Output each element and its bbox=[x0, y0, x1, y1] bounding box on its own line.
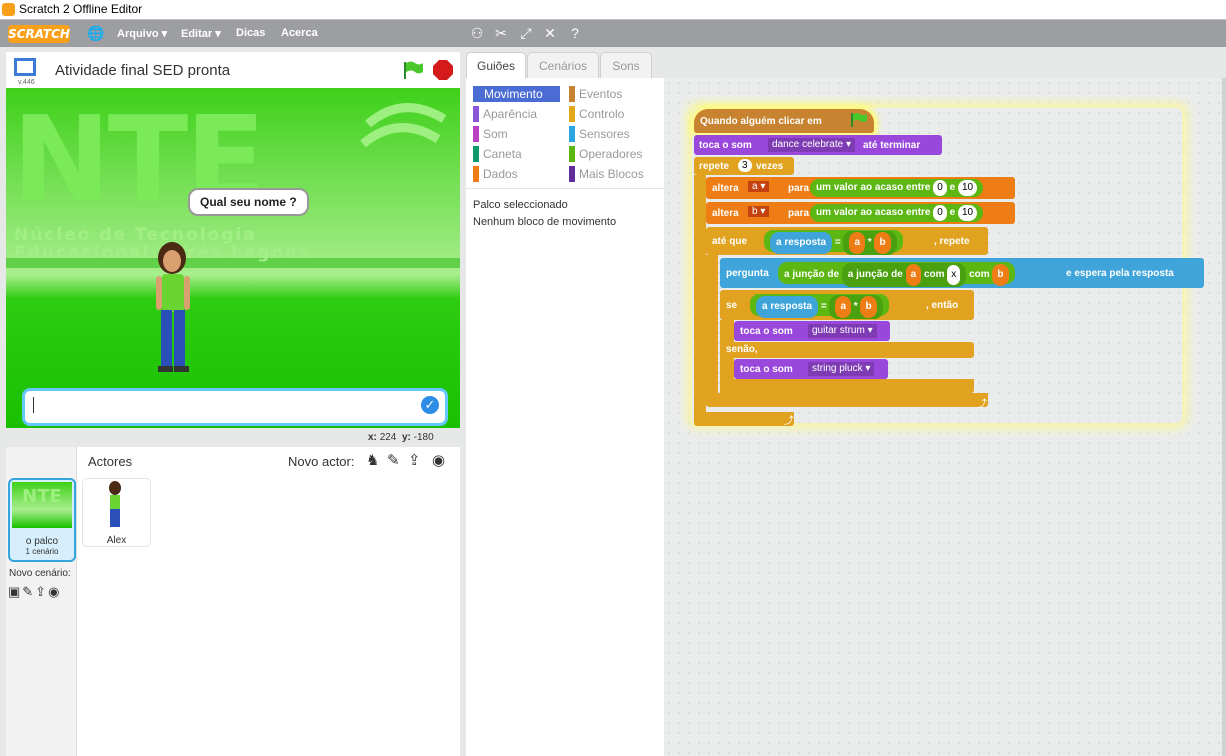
block-repeat-until[interactable]: até que a resposta = a * b , repete bbox=[706, 227, 988, 255]
category-movimento[interactable]: Movimento bbox=[473, 86, 560, 102]
sprites-header: Actores bbox=[88, 454, 133, 469]
reporter-equals-1[interactable]: a resposta = a * b bbox=[764, 230, 903, 255]
palette-info-none: Nenhum bloco de movimento bbox=[473, 216, 617, 228]
sprites-panel: Actores Novo actor: ♞ ✎ ⇪ ◉ NTE o palco … bbox=[6, 447, 460, 756]
paint-icon[interactable]: ✎ bbox=[387, 451, 400, 469]
var-dropdown-b[interactable]: b ▾ bbox=[748, 206, 770, 217]
speech-bubble: Qual seu nome ? bbox=[188, 188, 309, 216]
block-play-sound-guitar[interactable]: toca o som guitar strum ▾ bbox=[734, 321, 890, 341]
block-play-sound-until-done[interactable]: toca o som dance celebrate ▾ até termina… bbox=[694, 135, 942, 155]
mouse-coordinates: x: 224 y: -180 bbox=[368, 432, 434, 443]
globe-icon[interactable]: 🌐 bbox=[87, 25, 104, 41]
block-set-a[interactable]: altera a ▾ para um valor ao acaso entre … bbox=[706, 177, 1015, 199]
category-som[interactable]: Som bbox=[473, 126, 508, 142]
category-aparencia[interactable]: Aparência bbox=[473, 106, 537, 122]
app-icon bbox=[2, 3, 15, 16]
new-sprite-label: Novo actor: bbox=[288, 454, 355, 469]
reporter-equals-2[interactable]: a resposta = a * b bbox=[750, 294, 889, 319]
block-else: senão, bbox=[720, 342, 974, 358]
sprite-thumb-alex[interactable]: Alex bbox=[82, 478, 151, 547]
upload-icon[interactable]: ⇪ bbox=[408, 451, 421, 469]
stage-nte-line1: Núcleo de Tecnologia bbox=[14, 225, 257, 245]
block-ask-and-wait[interactable]: pergunta a junção de a junção de a com x… bbox=[720, 258, 1204, 288]
tab-backdrops[interactable]: Cenários bbox=[527, 52, 599, 79]
stage-thumb-costumes: 1 cenário bbox=[25, 547, 59, 556]
shrink-icon[interactable]: ✕ bbox=[542, 25, 558, 41]
stage-canvas[interactable]: NTE Núcleo de Tecnologia Educacional - T… bbox=[6, 88, 460, 428]
cut-icon[interactable]: ✂ bbox=[493, 25, 509, 41]
category-mais-blocos[interactable]: Mais Blocos bbox=[569, 166, 644, 182]
category-sensores[interactable]: Sensores bbox=[569, 126, 630, 142]
menu-editar[interactable]: Editar ▾ bbox=[181, 27, 221, 40]
camera-icon[interactable]: ◉ bbox=[432, 451, 445, 469]
wifi-logo bbox=[358, 94, 448, 167]
sprite-thumb-name: Alex bbox=[106, 535, 127, 546]
category-operadores[interactable]: Operadores bbox=[569, 146, 642, 162]
tab-scripts[interactable]: Guiões bbox=[466, 52, 526, 79]
fullscreen-icon[interactable] bbox=[14, 58, 36, 76]
menu-dicas[interactable]: Dicas bbox=[236, 27, 265, 39]
block-palette: Movimento Aparência Som Caneta Dados Eve… bbox=[466, 78, 664, 756]
reporter-random-b[interactable]: um valor ao acaso entre 0 e 10 bbox=[810, 204, 984, 222]
stage-header: v.446 Atividade final SED pronta bbox=[6, 52, 460, 88]
sound-dropdown-2[interactable]: guitar strum ▾ bbox=[808, 324, 877, 338]
stop-icon[interactable] bbox=[433, 60, 453, 83]
version-label: v.446 bbox=[18, 79, 35, 86]
reporter-random-a[interactable]: um valor ao acaso entre 0 e 10 bbox=[810, 179, 984, 197]
stage-thumbnail[interactable]: NTE o palco 1 cenário bbox=[8, 478, 76, 562]
stage-thumb-name: o palco bbox=[25, 536, 59, 547]
window-titlebar: Scratch 2 Offline Editor bbox=[0, 0, 1226, 20]
menu-bar: SCRATCH 🌐 Arquivo ▾ Editar ▾ Dicas Acerc… bbox=[0, 20, 1226, 47]
block-set-b[interactable]: altera b ▾ para um valor ao acaso entre … bbox=[706, 202, 1015, 224]
sound-dropdown-1[interactable]: dance celebrate ▾ bbox=[768, 138, 855, 152]
block-if-else[interactable]: se a resposta = a * b , então bbox=[720, 290, 974, 320]
script-area[interactable]: Quando alguém clicar em toca o som dance… bbox=[664, 78, 1226, 756]
sound-dropdown-3[interactable]: string pluck ▾ bbox=[808, 362, 875, 376]
category-dados[interactable]: Dados bbox=[473, 166, 518, 182]
green-flag-icon[interactable] bbox=[402, 60, 424, 83]
answer-input[interactable]: ✓ bbox=[22, 388, 448, 426]
hat-when-flag-clicked[interactable]: Quando alguém clicar em bbox=[694, 109, 874, 133]
scratch-logo[interactable]: SCRATCH bbox=[8, 25, 70, 43]
tab-sounds[interactable]: Sons bbox=[600, 52, 652, 79]
grow-icon[interactable]: ⤢ bbox=[518, 25, 534, 41]
menu-arquivo[interactable]: Arquivo ▾ bbox=[117, 27, 167, 40]
var-dropdown-a[interactable]: a ▾ bbox=[748, 181, 770, 192]
category-eventos[interactable]: Eventos bbox=[569, 86, 622, 102]
block-repeat[interactable]: repete 3 vezes bbox=[694, 157, 794, 175]
new-backdrop-label: Novo cenário: bbox=[9, 568, 71, 579]
category-caneta[interactable]: Caneta bbox=[473, 146, 522, 162]
reporter-join-outer[interactable]: a junção de a junção de a com x com b bbox=[778, 262, 1015, 287]
window-title: Scratch 2 Offline Editor bbox=[19, 2, 143, 16]
menu-acerca[interactable]: Acerca bbox=[281, 27, 318, 39]
sprite-library-icon[interactable]: ♞ bbox=[366, 451, 379, 469]
backdrop-tools[interactable]: ▣✎⇪◉ bbox=[8, 584, 61, 600]
category-controlo[interactable]: Controlo bbox=[569, 106, 624, 122]
project-title[interactable]: Atividade final SED pronta bbox=[55, 62, 230, 79]
help-icon[interactable]: ? bbox=[567, 25, 583, 41]
check-icon[interactable]: ✓ bbox=[421, 396, 439, 414]
duplicate-icon[interactable]: ⚇ bbox=[469, 25, 485, 41]
palette-info-stage: Palco seleccionado bbox=[473, 199, 568, 211]
sprite-alex[interactable] bbox=[152, 238, 202, 381]
block-play-sound-pluck[interactable]: toca o som string pluck ▾ bbox=[734, 359, 888, 379]
